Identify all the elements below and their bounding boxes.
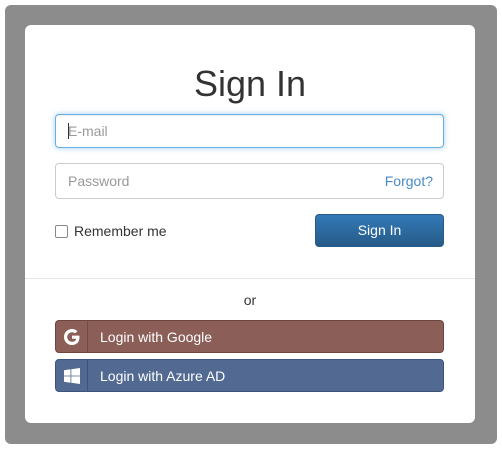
login-google-label: Login with Google xyxy=(100,328,213,345)
remember-me-checkbox[interactable]: Remember me xyxy=(55,223,167,239)
sign-in-button[interactable]: Sign In xyxy=(315,214,444,247)
windows-icon xyxy=(56,360,88,391)
text-caret xyxy=(68,123,69,139)
page-title: Sign In xyxy=(193,63,307,104)
forgot-password-link[interactable]: Forgot? xyxy=(385,164,433,198)
or-separator: or xyxy=(243,292,257,308)
email-input[interactable] xyxy=(56,115,356,147)
password-input[interactable] xyxy=(56,164,356,198)
google-icon xyxy=(56,321,88,352)
checkbox-icon[interactable] xyxy=(55,224,68,238)
signin-card: Sign In Forgot? Remember me Sign In or L… xyxy=(25,25,475,423)
email-field[interactable] xyxy=(55,114,444,148)
divider xyxy=(25,278,475,279)
remember-me-label: Remember me xyxy=(74,223,167,239)
login-azure-label: Login with Azure AD xyxy=(100,367,226,384)
password-field[interactable]: Forgot? xyxy=(55,163,444,199)
login-google-button[interactable]: Login with Google xyxy=(55,320,444,353)
login-azure-button[interactable]: Login with Azure AD xyxy=(55,359,444,392)
